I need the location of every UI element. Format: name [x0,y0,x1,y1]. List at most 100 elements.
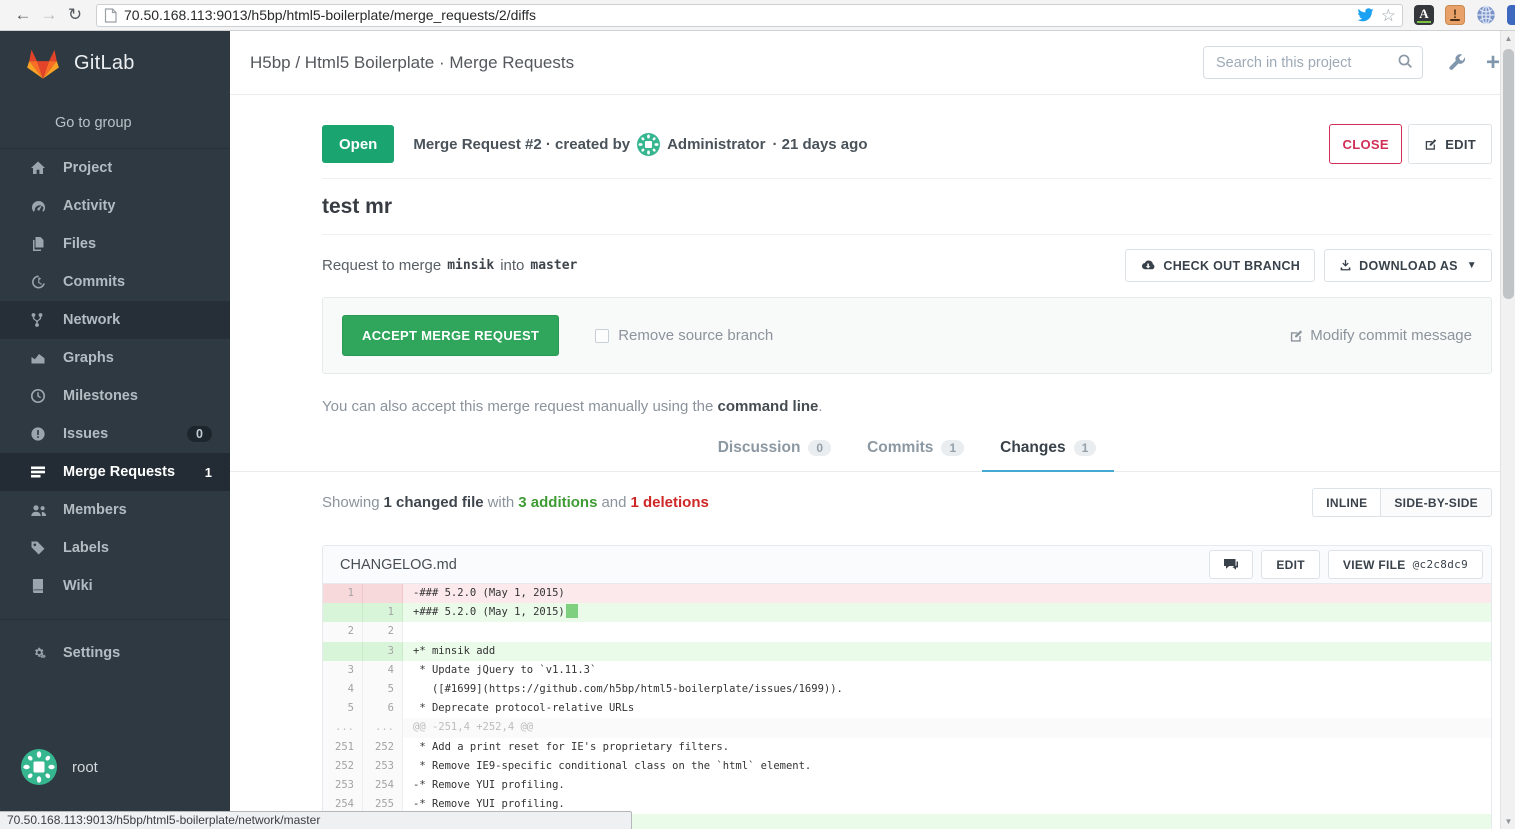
sidebar-item-files[interactable]: Files [0,225,230,263]
new-line-number[interactable]: 4 [363,661,403,680]
old-line-number[interactable]: ... [323,718,363,737]
logo-text: GitLab [74,52,135,75]
new-line-number[interactable]: 5 [363,680,403,699]
go-to-group-link[interactable]: Go to group [0,95,230,148]
author-avatar[interactable] [637,133,660,156]
remove-source-branch-checkbox[interactable] [595,329,609,343]
home-icon [30,160,50,176]
main-content: Open Merge Request #2 · created by Admin… [230,95,1500,829]
command-line-link[interactable]: command line [718,398,819,415]
gitlab-logo[interactable]: GitLab [0,31,230,95]
old-line-number[interactable] [323,642,363,661]
sidebar-item-members[interactable]: Members [0,491,230,529]
bookmark-star-icon[interactable]: ☆ [1381,7,1396,24]
old-line-number[interactable]: 3 [323,661,363,680]
modify-commit-message-link[interactable]: Modify commit message [1289,327,1472,344]
search-input[interactable] [1203,46,1423,79]
trailing-whitespace-marker [566,604,578,618]
scroll-up-icon[interactable]: ▲ [1501,31,1515,46]
extension-face-icon[interactable] [1445,5,1465,25]
files-icon [30,236,50,252]
sidebar-item-label: Activity [63,198,115,214]
old-line-number[interactable]: 2 [323,622,363,641]
caret-down-icon: ▼ [1467,260,1477,271]
author-name[interactable]: Administrator [667,136,765,153]
edit-button[interactable]: EDIT [1408,124,1492,164]
diff-row: 56 * Deprecate protocol-relative URLs [323,699,1491,718]
old-line-number[interactable]: 4 [323,680,363,699]
back-icon[interactable]: ← [10,0,36,30]
old-line-number[interactable]: 251 [323,738,363,757]
tab-commits[interactable]: Commits1 [849,428,982,472]
new-line-number[interactable]: ... [363,718,403,737]
user-name: root [72,759,98,776]
new-line-number[interactable]: 6 [363,699,403,718]
comment-button[interactable] [1209,550,1253,579]
url-text[interactable]: 70.50.168.113:9013/h5bp/html5-boilerplat… [124,7,1357,23]
address-bar[interactable]: 70.50.168.113:9013/h5bp/html5-boilerplat… [96,4,1403,27]
diff-line-content: +* minsik add [403,642,1491,661]
close-button[interactable]: CLOSE [1329,124,1402,164]
scroll-down-icon[interactable]: ▼ [1501,814,1515,829]
diff-row: 22 [323,622,1491,641]
new-line-number[interactable]: 254 [363,776,403,795]
additions-count: 3 additions [518,494,597,511]
side-by-side-view-button[interactable]: SIDE-BY-SIDE [1380,488,1492,517]
diff-file: CHANGELOG.md EDIT VIEW FILE @c2c8dc9 1-#… [322,545,1492,829]
sidebar-item-wiki[interactable]: Wiki [0,567,230,605]
forward-icon[interactable]: → [36,0,62,30]
new-line-number[interactable]: 1 [363,603,403,622]
inline-view-button[interactable]: INLINE [1312,488,1380,517]
sidebar-item-network[interactable]: Network [0,301,230,339]
tab-label: Commits [867,439,933,457]
old-line-number[interactable] [323,603,363,622]
extension-globe-icon[interactable] [1476,5,1496,25]
extension-cut-icon[interactable] [1507,5,1515,25]
diff-line-content: -### 5.2.0 (May 1, 2015) [403,584,1491,603]
sidebar-item-labels[interactable]: Labels [0,529,230,567]
new-line-number[interactable] [363,584,403,603]
wrench-icon[interactable] [1447,53,1467,73]
twitter-icon[interactable] [1357,8,1374,23]
sidebar-item-commits[interactable]: Commits [0,263,230,301]
page-scrollbar[interactable]: ▲ ▼ [1500,31,1515,829]
old-line-number[interactable]: 253 [323,776,363,795]
new-line-number[interactable]: 252 [363,738,403,757]
new-line-number[interactable]: 253 [363,757,403,776]
check-out-branch-button[interactable]: CHECK OUT BRANCH [1125,249,1315,282]
diff-row: 45 ([#1699](https://github.com/h5bp/html… [323,680,1491,699]
project-header: H5bp / Html5 Boilerplate · Merge Request… [230,31,1500,95]
new-line-number[interactable]: 2 [363,622,403,641]
new-line-number[interactable]: 3 [363,642,403,661]
old-line-number[interactable]: 5 [323,699,363,718]
view-file-button[interactable]: VIEW FILE @c2c8dc9 [1328,550,1483,579]
page-icon [104,8,117,23]
extension-a-icon[interactable]: A [1414,5,1434,25]
mr-meta-prefix: Merge Request #2 · created by [413,136,630,153]
sidebar-item-issues[interactable]: Issues0 [0,415,230,453]
file-name[interactable]: CHANGELOG.md [340,557,457,573]
download-as-button[interactable]: DOWNLOAD AS ▼ [1324,249,1492,282]
old-line-number[interactable]: 1 [323,584,363,603]
diff-view-toggle: INLINE SIDE-BY-SIDE [1312,488,1492,517]
sidebar-item-label: Network [63,312,120,328]
tab-discussion[interactable]: Discussion0 [700,428,849,472]
reload-icon[interactable]: ↻ [62,0,88,30]
sidebar-item-project[interactable]: Project [0,149,230,187]
plus-icon[interactable]: + [1486,51,1500,75]
sidebar-item-label: Issues [63,426,108,442]
old-line-number[interactable]: 252 [323,757,363,776]
sidebar-item-milestones[interactable]: Milestones [0,377,230,415]
scrollbar-thumb[interactable] [1503,49,1514,299]
tab-changes[interactable]: Changes1 [982,428,1114,472]
file-edit-button[interactable]: EDIT [1261,550,1320,579]
sidebar-item-merge-requests[interactable]: Merge Requests1 [0,453,230,491]
sidebar-item-activity[interactable]: Activity [0,187,230,225]
sidebar-item-settings[interactable]: Settings [0,634,230,672]
user-menu-root[interactable]: root [21,749,98,785]
accept-merge-request-button[interactable]: ACCEPT MERGE REQUEST [342,315,559,356]
sidebar-item-graphs[interactable]: Graphs [0,339,230,377]
download-icon [1339,259,1352,272]
diff-row: 253254-* Remove YUI profiling. [323,776,1491,795]
pencil-square-icon [1424,137,1438,151]
